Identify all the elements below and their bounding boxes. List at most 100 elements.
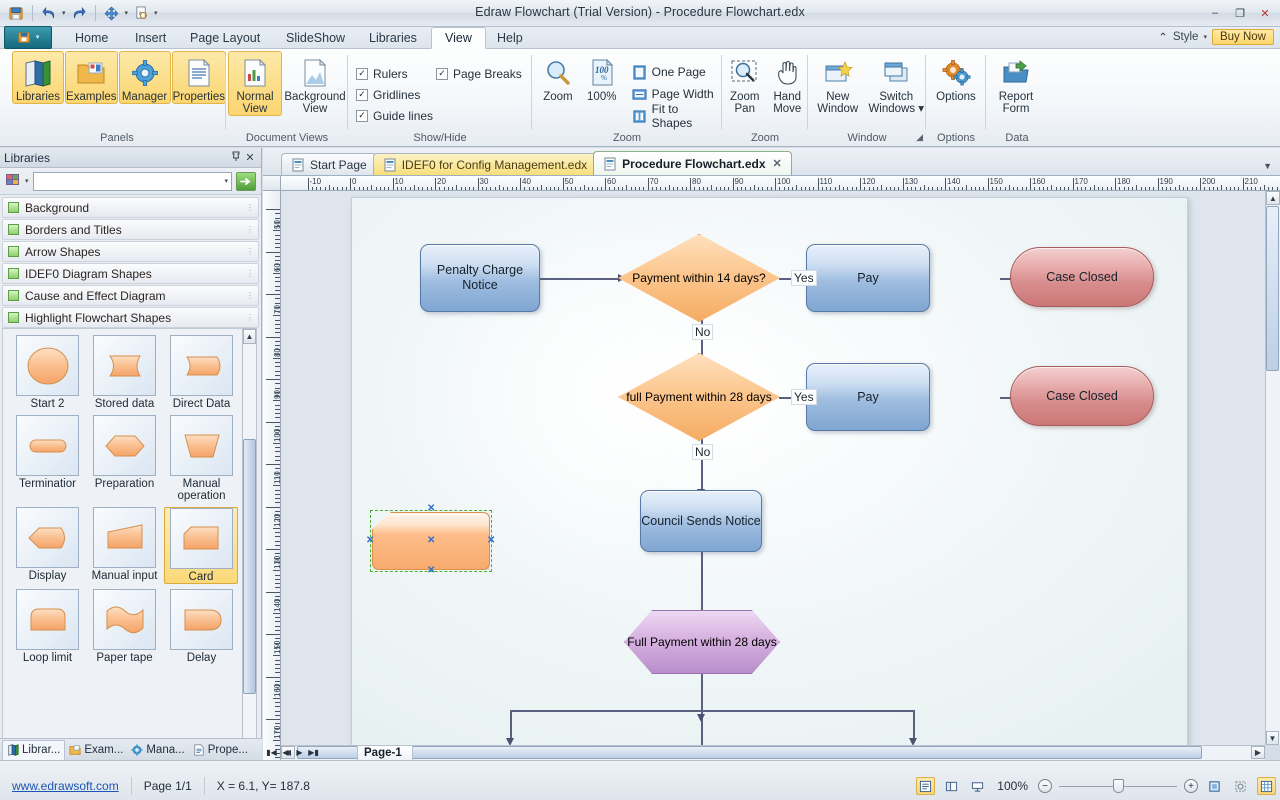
edge-label-yes-1[interactable]: Yes xyxy=(791,270,817,286)
fit-selection-button[interactable] xyxy=(1231,777,1250,795)
shape-display[interactable]: Display xyxy=(9,507,86,584)
zoom-in-button[interactable]: + xyxy=(1184,779,1198,793)
zoom-100-button[interactable]: 100% 100% xyxy=(580,51,624,127)
pin-icon[interactable] xyxy=(229,151,243,165)
tab-page-layout[interactable]: Page Layout xyxy=(177,27,273,49)
report-form-button[interactable]: Report Form xyxy=(988,51,1044,116)
horizontal-ruler[interactable]: -10 0 10 20 30 40 50 60 70 80 90 100 110 120 130 140 150… xyxy=(281,176,1280,191)
panel-tab-examples[interactable]: Exam... xyxy=(65,740,127,760)
libraries-button[interactable]: Libraries xyxy=(12,51,65,104)
restore-button[interactable]: ❐ xyxy=(1229,4,1251,22)
shape-preparation[interactable]: Preparation xyxy=(86,415,163,502)
buy-now-button[interactable]: Buy Now xyxy=(1211,29,1274,45)
library-item-borders-and-titles[interactable]: Borders and Titles ⋮ xyxy=(2,219,259,240)
shape-direct-data[interactable]: Direct Data xyxy=(163,335,240,410)
node-council-sends-notice[interactable]: Council Sends Notice xyxy=(640,490,762,552)
node-pay-1[interactable]: Pay xyxy=(806,244,930,312)
presentation-view-button[interactable] xyxy=(968,777,987,795)
hand-move-button[interactable]: Hand Move xyxy=(767,51,809,116)
shape-start-2[interactable]: Start 2 xyxy=(9,335,86,410)
doc-tab-close-icon[interactable]: ✕ xyxy=(773,157,782,170)
library-item-arrow-shapes[interactable]: Arrow Shapes ⋮ xyxy=(2,241,259,262)
gridlines-checkbox[interactable]: ✓ Gridlines xyxy=(356,84,433,105)
options-button[interactable]: Options xyxy=(928,51,984,104)
first-page-icon[interactable]: ▮◀ xyxy=(265,748,278,757)
doc-tab-start-page[interactable]: Start Page xyxy=(281,153,377,175)
drawing-canvas[interactable]: Penalty Charge Notice Payment within 14 … xyxy=(281,191,1265,745)
shape-gallery-scrollbar[interactable]: ▲ ▼ xyxy=(242,328,257,800)
close-button[interactable]: ✕ xyxy=(1254,4,1276,22)
minimize-button[interactable]: – xyxy=(1204,4,1226,22)
close-icon[interactable]: ✕ xyxy=(243,151,257,164)
connector-n1-n2[interactable] xyxy=(540,278,622,280)
prev-page-icon[interactable]: ◀ xyxy=(279,748,292,757)
last-page-icon[interactable]: ▶▮ xyxy=(307,748,320,757)
style-label[interactable]: Style xyxy=(1173,31,1199,43)
connector-n8-n9[interactable] xyxy=(701,551,703,613)
website-link[interactable]: www.edrawsoft.com xyxy=(12,779,119,793)
zoom-button[interactable]: Zoom xyxy=(536,51,580,127)
node-penalty-charge-notice[interactable]: Penalty Charge Notice xyxy=(420,244,540,312)
page-tab-page-1[interactable]: Page-1 xyxy=(357,745,413,760)
manager-button[interactable]: Manager xyxy=(118,51,171,104)
tab-slideshow[interactable]: SlideShow xyxy=(273,27,358,49)
selection-handle-top[interactable]: ✕ xyxy=(427,504,435,514)
tab-view[interactable]: View xyxy=(431,27,486,49)
zoom-slider-thumb[interactable] xyxy=(1113,779,1124,793)
properties-button[interactable]: Properties xyxy=(171,51,226,104)
document-page[interactable]: Penalty Charge Notice Payment within 14 … xyxy=(351,197,1188,745)
one-page-button[interactable]: One Page xyxy=(632,61,722,83)
guide-lines-checkbox[interactable]: ✓ Guide lines xyxy=(356,105,433,126)
normal-view-button[interactable] xyxy=(916,777,936,795)
go-button[interactable] xyxy=(236,171,256,191)
fit-page-button[interactable] xyxy=(1205,777,1224,795)
tab-home[interactable]: Home xyxy=(62,27,121,49)
canvas-scroll-down-icon[interactable]: ▼ xyxy=(1266,731,1279,745)
search-dropdown-icon[interactable]: ▾ xyxy=(224,178,228,185)
doc-tab-overflow-icon[interactable]: ▼ xyxy=(1263,161,1272,171)
shape-manual-input[interactable]: Manual input xyxy=(86,507,163,584)
window-dialog-launcher[interactable]: ◢ xyxy=(916,132,923,143)
application-menu-button[interactable]: ▾ xyxy=(4,26,52,49)
shape-delay[interactable]: Delay xyxy=(163,589,240,664)
panel-tab-properties[interactable]: Prope... xyxy=(189,740,252,760)
node-full-payment-within-28-days-preparation[interactable]: Full Payment within 28 days xyxy=(624,610,780,674)
library-item-idef0-diagram-shapes[interactable]: IDEF0 Diagram Shapes ⋮ xyxy=(2,263,259,284)
tab-libraries[interactable]: Libraries xyxy=(356,27,430,49)
edge-label-no-2[interactable]: No xyxy=(692,444,714,460)
zoom-out-button[interactable]: − xyxy=(1038,779,1052,793)
zoom-slider[interactable] xyxy=(1059,779,1177,793)
panel-tab-libraries[interactable]: Librar... xyxy=(2,739,66,760)
doc-tab-procedure-flowchart[interactable]: Procedure Flowchart.edx ✕ xyxy=(593,151,792,175)
selected-card-shape[interactable]: ✕ ✕ ✕ ✕ ✕ xyxy=(366,504,495,576)
split-view-button[interactable] xyxy=(942,777,961,795)
canvas-scroll-up-icon[interactable]: ▲ xyxy=(1266,191,1280,205)
node-case-closed-1[interactable]: Case Closed xyxy=(1010,247,1154,307)
shape-loop-limit[interactable]: Loop limit xyxy=(9,589,86,664)
scrollbar-thumb[interactable] xyxy=(243,439,256,694)
doc-tab-idef0[interactable]: IDEF0 for Config Management.edx xyxy=(372,153,598,175)
node-full-payment-within-28-days-decision[interactable]: full Payment within 28 days xyxy=(618,353,780,441)
shape-terminator[interactable]: Terminatior xyxy=(9,415,86,502)
shape-manual-operation[interactable]: Manual operation xyxy=(163,415,240,502)
library-item-highlight-flowchart-shapes[interactable]: Highlight Flowchart Shapes ⋮ xyxy=(2,307,259,328)
node-case-closed-2[interactable]: Case Closed xyxy=(1010,366,1154,426)
canvas-v-thumb[interactable] xyxy=(1266,206,1279,371)
next-page-icon[interactable]: ▶ xyxy=(293,748,306,757)
background-view-button[interactable]: Background View xyxy=(284,51,346,116)
grid-toggle-button[interactable] xyxy=(1257,777,1276,795)
normal-view-button[interactable]: Normal View xyxy=(228,51,282,116)
fit-to-shapes-button[interactable]: Fit to Shapes xyxy=(632,102,722,130)
scroll-up-icon[interactable]: ▲ xyxy=(243,329,256,344)
canvas-vertical-scrollbar[interactable]: ▲ ▼ xyxy=(1265,191,1280,745)
library-color-icon[interactable] xyxy=(5,172,21,190)
switch-windows-button[interactable]: Switch Windows ▾ xyxy=(867,51,926,116)
zoom-pan-button[interactable]: Zoom Pan xyxy=(724,51,766,116)
library-item-cause-and-effect-diagram[interactable]: Cause and Effect Diagram ⋮ xyxy=(2,285,259,306)
search-input[interactable]: ▾ xyxy=(32,171,232,191)
shape-stored-data[interactable]: Stored data xyxy=(86,335,163,410)
panel-tab-manager[interactable]: Mana... xyxy=(127,740,188,760)
rulers-checkbox[interactable]: ✓ Rulers xyxy=(356,63,433,84)
connector-branch-bus[interactable] xyxy=(510,710,914,712)
selection-handle-right[interactable]: ✕ xyxy=(487,536,495,546)
